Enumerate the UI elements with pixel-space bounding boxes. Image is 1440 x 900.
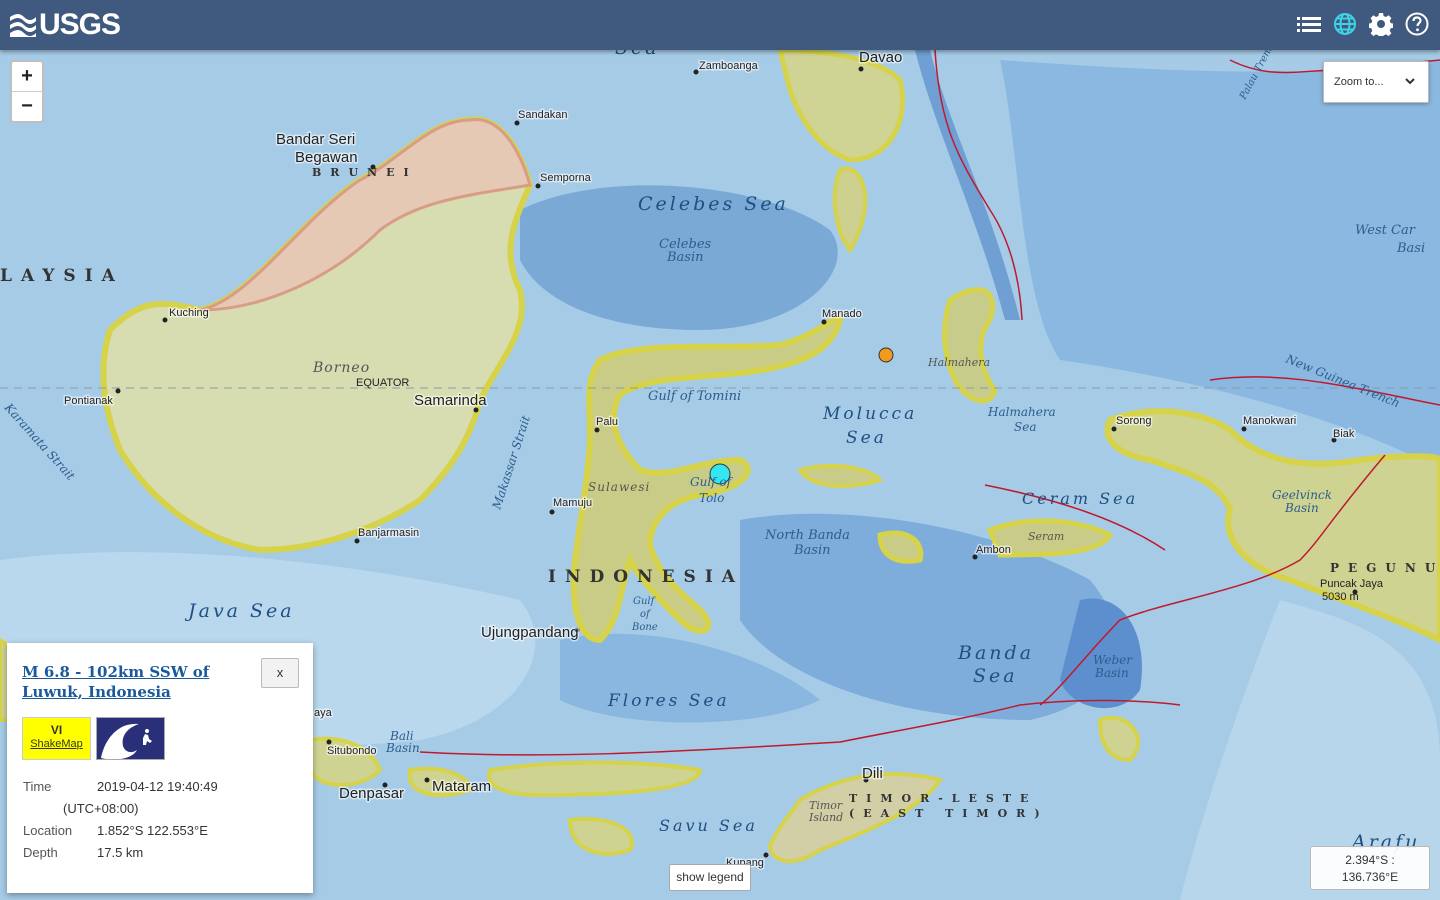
bali-basin-label-2: Basin	[385, 741, 420, 755]
malaysia-label: LAYSIA	[0, 266, 124, 286]
coordinate-lat: 2.394°S :	[1345, 853, 1395, 867]
city-ujungpandang: Ujungpandang	[481, 624, 579, 641]
city-samarinda: Samarinda	[414, 392, 487, 409]
depth-label: Depth	[23, 845, 58, 860]
city-surabaya-partial: aya	[314, 707, 333, 719]
halmahera-sea-label-2: Sea	[1014, 420, 1036, 434]
list-icon[interactable]	[1296, 10, 1322, 38]
time-value: 2019-04-12 19:40:49	[97, 779, 218, 794]
city-davao: Davao	[859, 49, 902, 66]
shakemap-mmi: VI	[50, 723, 63, 737]
zoom-controls: + −	[10, 60, 44, 123]
timezone-value: (UTC+08:00)	[63, 801, 139, 816]
halmahera-sea-label: Halmahera	[987, 405, 1056, 419]
city-palu: Palu	[596, 416, 618, 428]
sulawesi-label: Sulawesi	[588, 480, 650, 494]
city-kuching: Kuching	[169, 307, 209, 319]
geelvinck-basin-label-2: Basin	[1284, 501, 1319, 515]
geelvinck-basin-label: Geelvinck	[1272, 488, 1332, 502]
city-manokwari: Manokwari	[1243, 415, 1296, 427]
earthquake-marker[interactable]	[878, 347, 894, 363]
city-mamuju: Mamuju	[553, 497, 592, 509]
gulf-bone-label: Gulf	[633, 596, 657, 607]
north-banda-basin-label: North Banda	[764, 528, 850, 543]
city-banjarmasin: Banjarmasin	[358, 527, 419, 539]
location-value: 1.852°S 122.553°E	[97, 823, 208, 838]
city-denpasar: Denpasar	[339, 785, 404, 802]
usgs-logo[interactable]: USGS	[10, 8, 121, 42]
indonesia-label: INDONESIA	[548, 567, 744, 587]
celebes-sea-label: Celebes Sea	[638, 193, 789, 215]
earthquake-popup: M 6.8 - 102km SSW of Luwuk, Indonesia x …	[7, 643, 313, 893]
halmahera-label: Halmahera	[927, 356, 990, 369]
ceram-sea-label: Ceram Sea	[1022, 489, 1138, 508]
city-bandar-seri-begawan: Bandar Seri	[276, 131, 355, 148]
zoom-to-label: Zoom to...	[1334, 76, 1384, 88]
weber-basin-label: Weber	[1093, 653, 1133, 667]
shakemap-label: ShakeMap	[30, 738, 83, 750]
gulf-tolo-label-2: Tolo	[699, 491, 724, 505]
flores-sea-label: Flores Sea	[607, 691, 730, 711]
city-sorong: Sorong	[1116, 415, 1151, 427]
tsunami-icon[interactable]	[96, 717, 165, 760]
molucca-sea-label-2: Sea	[846, 428, 887, 448]
time-label: Time	[23, 779, 52, 794]
logo-text: USGS	[39, 8, 121, 41]
depth-value: 17.5 km	[97, 845, 144, 860]
chevron-down-icon	[1405, 78, 1415, 85]
header-bar: USGS	[0, 0, 1440, 50]
zoom-to-select[interactable]: Zoom to...	[1323, 61, 1429, 103]
help-icon[interactable]	[1404, 10, 1430, 38]
close-popup-button[interactable]: x	[261, 658, 299, 688]
shakemap-button[interactable]: VI ShakeMap	[22, 717, 91, 760]
city-manado: Manado	[822, 308, 862, 320]
coordinate-lon: 136.736°E	[1341, 870, 1399, 884]
north-banda-basin-label-2: Basin	[793, 543, 831, 558]
gulf-tomini-label: Gulf of Tomini	[648, 389, 741, 404]
globe-icon[interactable]	[1332, 10, 1358, 38]
weber-basin-label-2: Basin	[1094, 666, 1129, 680]
java-sea-label: Java Sea	[184, 600, 295, 622]
zoom-out-button[interactable]: −	[12, 91, 42, 121]
puncak-jaya-height: 5030 m	[1322, 591, 1359, 603]
timor-leste-label: TIMOR-LESTE	[849, 792, 1037, 805]
timor-island-label-2: Island	[808, 811, 843, 824]
city-dili: Dili	[862, 765, 883, 782]
city-semporna: Semporna	[540, 172, 592, 184]
molucca-sea-label: Molucca	[822, 404, 917, 424]
pegunungan-label: PEGUNU	[1330, 561, 1440, 575]
brunei-label: BRUNEI	[312, 166, 418, 179]
city-mataram: Mataram	[432, 778, 491, 795]
location-label: Location	[23, 823, 73, 838]
banda-sea-label-2: Sea	[973, 665, 1018, 687]
zoom-in-button[interactable]: +	[12, 62, 42, 91]
west-caroline-basin-label-2: Basi	[1396, 241, 1425, 256]
equator-label: EQUATOR	[356, 377, 409, 389]
show-legend-button[interactable]: show legend	[669, 864, 751, 891]
city-bandar-seri-begawan-2: Begawan	[295, 149, 358, 166]
savu-sea-label: Savu Sea	[659, 816, 758, 835]
coordinate-readout: 2.394°S : 136.736°E	[1310, 846, 1430, 890]
header-icons	[1296, 10, 1430, 38]
celebes-basin-label-2: Basin	[666, 250, 704, 265]
earthquake-map-app: Celebes Sea Celebes Basin Molucca Sea Ha…	[0, 0, 1440, 900]
city-situbondo: Situbondo	[327, 745, 377, 757]
gulf-bone-label-3: Bone	[631, 622, 658, 633]
west-caroline-basin-label: West Car	[1355, 223, 1416, 238]
puncak-jaya-label: Puncak Jaya	[1320, 578, 1384, 590]
seram-label: Seram	[1028, 530, 1064, 543]
earthquake-title-link[interactable]: M 6.8 - 102km SSW of Luwuk, Indonesia	[22, 662, 242, 702]
city-sandakan: Sandakan	[518, 109, 568, 121]
east-timor-label: (EAST TIMOR)	[849, 807, 1049, 820]
city-ambon: Ambon	[976, 544, 1011, 556]
gear-icon[interactable]	[1368, 10, 1394, 38]
usgs-wave-icon	[10, 14, 36, 37]
banda-sea-label: Banda	[957, 642, 1034, 664]
borneo-label: Borneo	[312, 360, 370, 376]
gulf-tolo-label: Gulf of	[690, 475, 734, 489]
city-biak: Biak	[1333, 428, 1355, 440]
city-pontianak: Pontianak	[64, 395, 113, 407]
city-zamboanga: Zamboanga	[699, 60, 759, 72]
